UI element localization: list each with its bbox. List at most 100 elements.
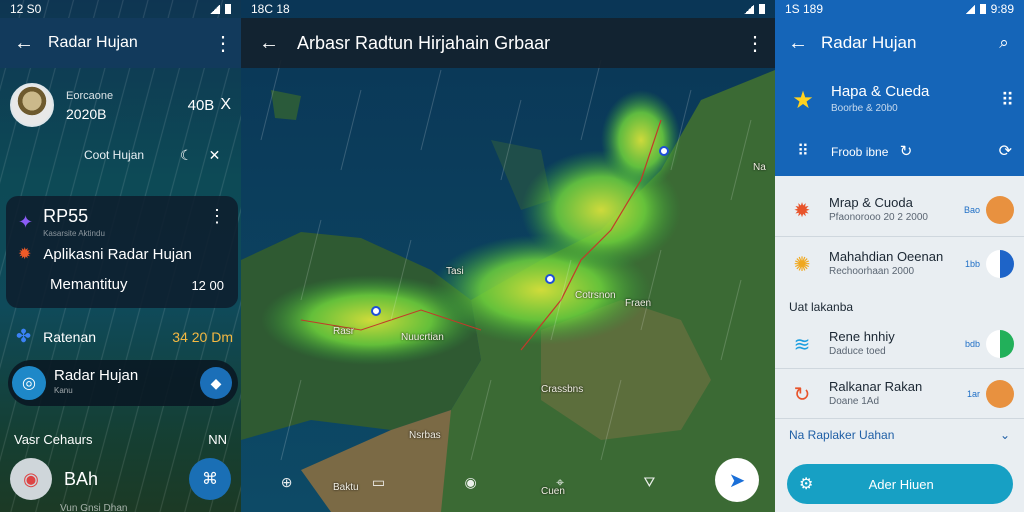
list-item-sub: Doane 1Ad	[829, 396, 880, 407]
dots-grid-icon[interactable]: ⠿	[775, 141, 831, 161]
left-panel: 12 S0 ← Radar Hujan ⋮ Eorcaone 2020B 40B…	[0, 0, 241, 512]
radar-row-value: 34 20 Dm	[172, 328, 233, 345]
header-row2-label: Froob	[831, 145, 863, 159]
primary-button-label: Ader Hiuen	[868, 476, 934, 492]
profile-line1: Eorcaone	[66, 90, 114, 102]
more-vert-icon[interactable]: ⋮	[205, 31, 241, 56]
card-row2-label: Memantituy	[50, 276, 128, 293]
list-item-title: Mahahdian Oeenan	[829, 249, 944, 264]
app-title: Radar Hujan	[48, 34, 138, 51]
search-icon[interactable]: ⌕	[984, 33, 1024, 53]
battery-icon	[979, 4, 986, 14]
section-right: NN	[208, 432, 227, 447]
status-icons	[744, 4, 765, 14]
grid-icon[interactable]: ⠿	[1001, 90, 1014, 111]
location-pin[interactable]	[659, 146, 669, 156]
status-bar: 12 S0	[0, 0, 241, 18]
profile-line2: 2020B	[66, 106, 107, 122]
card-row2-value: 12 00	[191, 278, 224, 293]
back-arrow-icon[interactable]: ←	[775, 32, 821, 55]
app-title: Radar Hujan	[821, 33, 917, 52]
radar-row[interactable]: ✤ Ratenan 34 20 Dm	[16, 326, 233, 347]
moon-icon[interactable]: ☾	[180, 147, 209, 163]
sun-icon: ✺	[793, 253, 811, 276]
pin-icon[interactable]: ⌖	[556, 474, 564, 500]
radar-card[interactable]: ◎ Radar Hujan Kanu ◆	[8, 360, 238, 406]
header-row2-text: Froob ibne ↻	[831, 142, 912, 160]
list-item-title: Ralkanar Rakan	[829, 379, 923, 394]
list-item[interactable]: ✺ Mahahdian Oeenan Rechoorhaan 2000 1bb	[775, 242, 1024, 286]
expand-label: Na Raplaker Uahan	[789, 428, 895, 442]
right-panel: 1S 189 9:89 ← Radar Hujan ⌕ ★ Hapa & Cue…	[775, 0, 1024, 512]
location-pin[interactable]	[545, 274, 555, 284]
status-icons: 9:89	[964, 2, 1014, 16]
record-icon: ◉	[10, 458, 52, 500]
expand-row[interactable]: Na Raplaker Uahan ⌄	[789, 428, 1010, 442]
radar-icon: ✤	[16, 326, 32, 346]
avatar	[10, 83, 54, 127]
refresh-icon[interactable]: ↻	[900, 143, 913, 160]
location-pin[interactable]	[371, 306, 381, 316]
header-row-2[interactable]: ⠿ Froob ibne ↻ ⟳	[775, 136, 1024, 166]
back-arrow-icon[interactable]: ←	[0, 32, 48, 55]
radar-card-sub: Kanu	[54, 386, 73, 395]
header-row-title: Hapa & Cueda	[831, 83, 930, 100]
list-item-mini: Bao	[963, 205, 980, 215]
section-header: Vasr Cehaurs NN	[14, 432, 227, 447]
status-time: 18C 18	[251, 2, 290, 16]
divider	[775, 418, 1024, 419]
route-icon[interactable]: ⛛	[643, 474, 655, 500]
map-toolbar: ⊕ ▭ ◉ ⌖ ⛛	[241, 474, 695, 500]
battery-icon	[759, 4, 765, 14]
star-icon: ★	[792, 86, 814, 114]
close-icon[interactable]: X	[220, 96, 231, 114]
list-item[interactable]: ↻ Ralkanar Rakan Doane 1Ad 1ar	[775, 372, 1024, 416]
bottom-row[interactable]: ◉ BAh ⌘	[10, 458, 231, 500]
map-app-bar: ← Arbasr Radtun Hirjahain Grbaar ⋮	[241, 18, 775, 68]
toggle-button[interactable]	[986, 380, 1014, 408]
diamond-button[interactable]: ◆	[200, 367, 232, 399]
toggle-button[interactable]	[986, 330, 1014, 358]
more-vert-icon[interactable]: ⋮	[735, 31, 775, 56]
grid-fab-button[interactable]: ⌘	[189, 458, 231, 500]
list-item[interactable]: ≋ Rene hnhiy Daduce toed bdb	[775, 322, 1024, 366]
profile-value: 40B	[187, 96, 215, 114]
profile-row[interactable]: Eorcaone 2020B 40B X	[0, 74, 241, 136]
signal-icon	[210, 4, 220, 14]
card-more-icon[interactable]: ⋮	[208, 206, 226, 227]
toggle-button[interactable]	[986, 196, 1014, 224]
list-item-mini: bdb	[964, 339, 980, 349]
wave-icon: ≋	[793, 333, 811, 356]
map-title: Arbasr Radtun Hirjahain Grbaar	[297, 32, 551, 53]
chevron-down-icon: ⌄	[999, 428, 1010, 442]
locate-icon[interactable]: ◉	[465, 474, 477, 500]
header-row2-label2: ibne	[865, 145, 889, 159]
list-item[interactable]: ✹ Mrap & Cuoda Pfaonorooo 20 2 2000 Bao	[775, 188, 1024, 232]
list-item-mini: 1bb	[964, 259, 980, 269]
map-label: Nuucrtian	[401, 332, 444, 343]
navigate-button[interactable]: ➤	[715, 458, 759, 502]
card-row1-text: Aplikasni Radar Hujan	[43, 245, 192, 263]
header-row[interactable]: ★ Hapa & Cueda Boorbe & 20b0 ⠿	[775, 78, 1024, 122]
cross-icon[interactable]: ✕	[209, 147, 237, 163]
back-arrow-icon[interactable]: ←	[241, 32, 297, 55]
refresh-icon: ↻	[793, 383, 811, 406]
map-label: Cotrsnon	[575, 290, 616, 301]
toggle-button[interactable]	[986, 250, 1014, 278]
header-row-text: Hapa & Cueda Boorbe & 20b0	[831, 83, 929, 117]
rain-cell-4	[601, 90, 681, 190]
compass-icon[interactable]: ⊕	[281, 474, 293, 500]
rp-card[interactable]: ✦ RP55 Kasarsite Aktindu ⋮ ✹ Aplikasni R…	[6, 196, 238, 308]
target-icon: ◎	[12, 366, 46, 400]
primary-button[interactable]: ⚙ Ader Hiuen	[787, 464, 1013, 504]
divider	[775, 368, 1024, 369]
list-item-text: Rene hnhiy Daduce toed	[829, 329, 895, 359]
subheader-label: Coot Hujan	[84, 148, 145, 162]
layers-icon[interactable]: ▭	[372, 474, 385, 500]
status-time: 12 S0	[10, 2, 42, 16]
card-title-row: ✦ RP55 Kasarsite Aktindu	[18, 206, 105, 238]
list-item-title: Rene hnhiy	[829, 329, 895, 344]
status-right: 9:89	[990, 2, 1014, 16]
radar-map[interactable]	[241, 0, 775, 512]
sync-icon[interactable]: ⟳	[999, 141, 1012, 161]
